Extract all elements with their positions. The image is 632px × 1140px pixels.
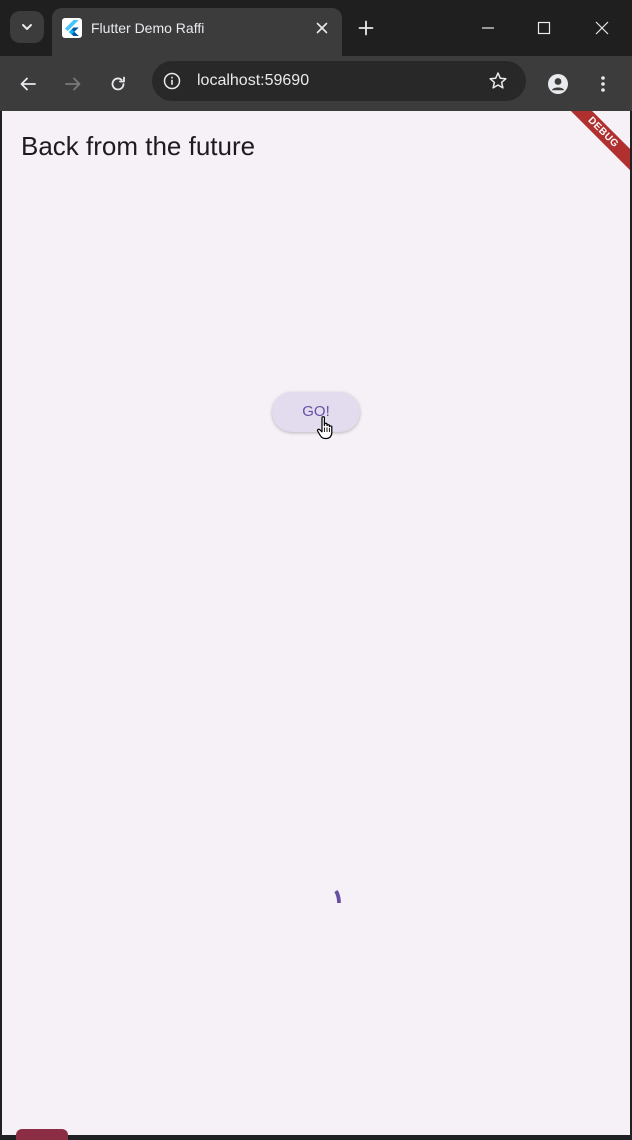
back-arrow-icon [20, 77, 36, 91]
close-window-button[interactable] [586, 12, 618, 44]
page-title: Back from the future [21, 131, 256, 161]
star-icon[interactable] [488, 71, 508, 91]
forward-button[interactable] [57, 68, 89, 100]
browser-menu-button[interactable] [587, 68, 619, 100]
chevron-down-icon [22, 24, 32, 30]
address-bar[interactable]: localhost:59690 [152, 61, 526, 101]
info-icon[interactable] [162, 71, 182, 91]
profile-button[interactable] [542, 68, 574, 100]
close-icon [595, 21, 609, 35]
tab-close-button[interactable] [312, 18, 332, 38]
hand-cursor-icon [316, 416, 333, 440]
tab-search-button[interactable] [10, 11, 44, 43]
taskbar-app-icon[interactable] [16, 1129, 68, 1140]
maximize-icon [537, 21, 551, 35]
browser-window: Flutter Demo Raffi localhost:59690 Back … [0, 0, 632, 1140]
flutter-icon [62, 18, 82, 38]
reload-icon [111, 76, 125, 91]
minimize-icon [482, 27, 494, 29]
maximize-button[interactable] [528, 12, 560, 44]
url-text: localhost:59690 [197, 72, 310, 89]
profile-icon [548, 74, 568, 94]
minimize-button[interactable] [472, 12, 504, 44]
reload-button[interactable] [102, 68, 134, 100]
tab-active[interactable]: Flutter Demo Raffi [52, 8, 342, 56]
page-content: Back from the future DEBUG GO! [2, 111, 630, 1135]
forward-arrow-icon [65, 77, 81, 91]
tab-strip: Flutter Demo Raffi [0, 0, 632, 56]
close-icon [316, 22, 328, 34]
tab-title: Flutter Demo Raffi [91, 20, 205, 36]
back-button[interactable] [12, 68, 44, 100]
loading-spinner [334, 890, 341, 904]
kebab-menu-icon [601, 76, 605, 92]
new-tab-button[interactable] [354, 16, 378, 40]
plus-icon [358, 20, 374, 36]
browser-toolbar: localhost:59690 [0, 56, 632, 111]
debug-banner: DEBUG [558, 111, 630, 177]
